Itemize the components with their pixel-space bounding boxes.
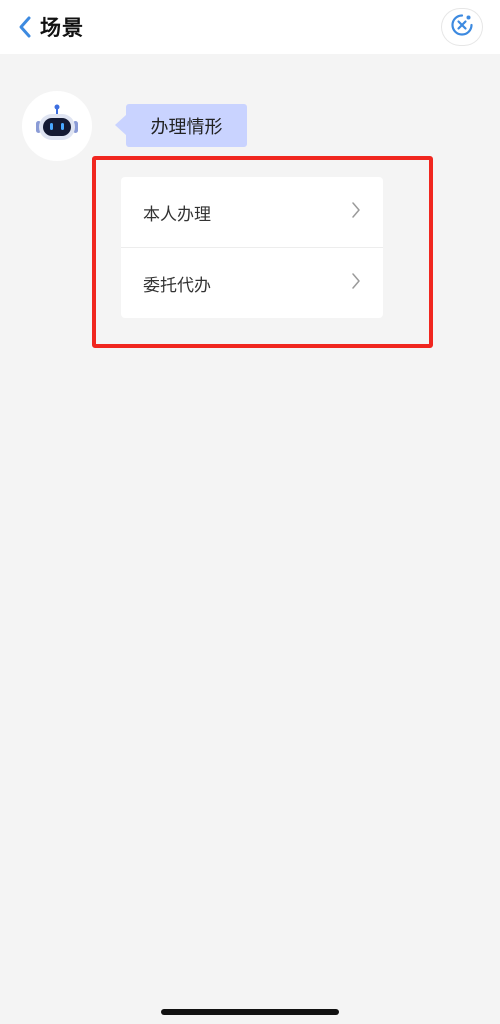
- chevron-right-icon: [351, 272, 361, 294]
- chevron-right-icon: [351, 201, 361, 223]
- robot-icon: [34, 104, 80, 148]
- close-circle-icon: [450, 13, 474, 41]
- option-delegate[interactable]: 委托代办: [121, 247, 383, 318]
- top-bar: 场景: [0, 0, 500, 54]
- close-button[interactable]: [442, 9, 482, 45]
- option-label: 委托代办: [143, 275, 211, 296]
- back-button[interactable]: 场景: [18, 10, 108, 44]
- chevron-left-icon: [18, 15, 32, 39]
- home-indicator: [161, 1009, 339, 1015]
- chat-bubble: 办理情形: [115, 104, 247, 147]
- chat-bubble-text: 办理情形: [150, 116, 223, 138]
- option-self[interactable]: 本人办理: [121, 177, 383, 247]
- avatar: [22, 91, 92, 161]
- option-label: 本人办理: [143, 204, 211, 225]
- options-card: 本人办理 委托代办: [121, 177, 383, 318]
- page-title: 场景: [40, 16, 84, 40]
